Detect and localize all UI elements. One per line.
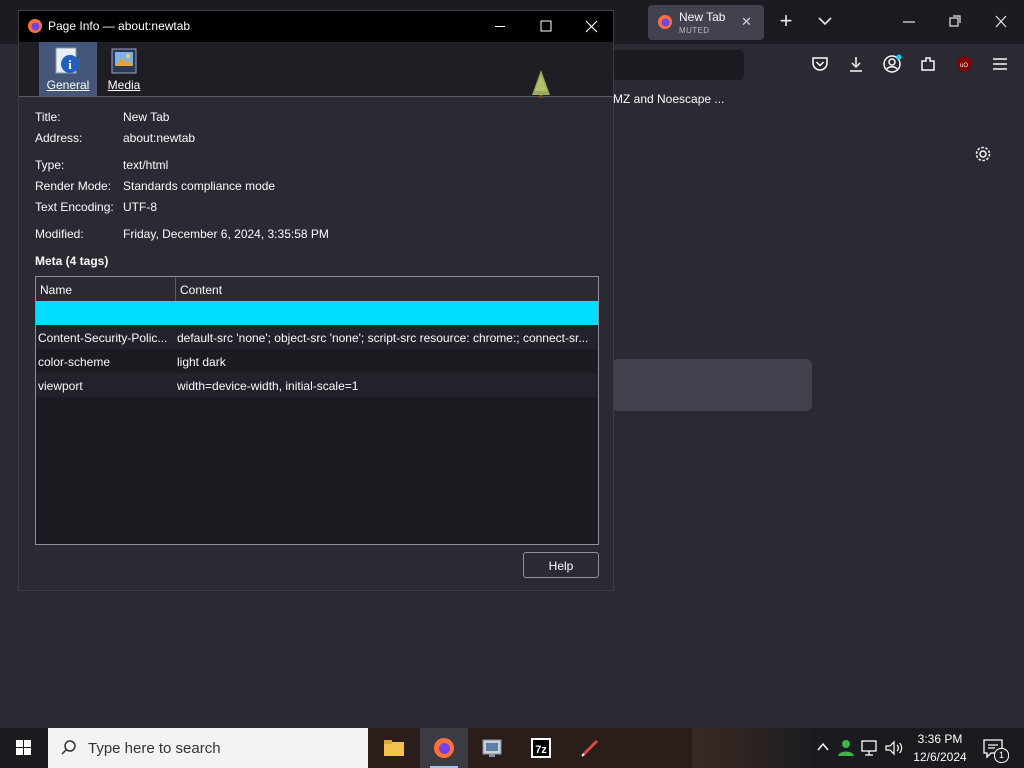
downloads-icon[interactable]	[846, 54, 866, 74]
browser-minimize-icon[interactable]	[900, 14, 918, 30]
column-header-name[interactable]: Name	[40, 283, 72, 297]
url-bar[interactable]	[612, 50, 744, 80]
search-icon	[61, 740, 76, 755]
tab-general[interactable]: i General	[39, 42, 97, 96]
user-status-icon[interactable]	[836, 738, 856, 758]
taskbar-search-box[interactable]: Type here to search	[48, 728, 368, 768]
meta-name-cell: viewport	[38, 379, 83, 393]
taskbar-wallpaper-area	[692, 728, 812, 768]
dialog-close-icon[interactable]	[569, 11, 615, 42]
search-placeholder: Type here to search	[88, 740, 221, 757]
column-separator[interactable]	[175, 277, 176, 301]
type-value: text/html	[123, 158, 169, 172]
svg-text:uO: uO	[960, 63, 968, 69]
media-image-icon	[111, 48, 137, 74]
address-label: Address:	[35, 131, 83, 145]
firefox-icon	[28, 19, 42, 33]
pen-tool-taskbar-button[interactable]	[566, 728, 614, 768]
modified-value: Friday, December 6, 2024, 3:35:58 PM	[123, 227, 329, 241]
menu-icon[interactable]	[990, 54, 1010, 74]
newtab-search-box[interactable]	[612, 359, 812, 411]
dialog-tabbar: i General Media	[19, 42, 613, 97]
bookmark-item[interactable]: MZ and Noescape ...	[613, 92, 724, 106]
firefox-icon	[434, 738, 454, 758]
meta-name-cell: Content-Security-Polic...	[38, 331, 168, 345]
render-mode-value: Standards compliance mode	[123, 179, 276, 193]
list-all-tabs-icon[interactable]	[816, 14, 834, 28]
clock-time[interactable]: 3:36 PM	[912, 732, 968, 746]
info-document-icon: i	[55, 47, 79, 74]
browser-restore-icon[interactable]	[946, 14, 964, 30]
address-value: about:newtab	[123, 131, 196, 145]
notification-badge: 1	[994, 748, 1009, 763]
dialog-maximize-icon[interactable]	[523, 11, 569, 42]
browser-tab[interactable]: New Tab MUTED ✕	[648, 5, 764, 40]
meta-content-cell: width=device-width, initial-scale=1	[177, 379, 359, 393]
extensions-icon[interactable]	[918, 54, 938, 74]
encoding-value: UTF-8	[123, 200, 157, 214]
browser-close-icon[interactable]	[992, 14, 1010, 30]
column-header-content[interactable]: Content	[180, 283, 222, 297]
system-tray: 3:36 PM 12/6/2024 1	[812, 728, 1024, 768]
dialog-title: Page Info — about:newtab	[48, 19, 191, 33]
svg-text:i: i	[68, 57, 72, 72]
type-label: Type:	[35, 158, 65, 172]
tab-close-icon[interactable]: ✕	[741, 14, 752, 30]
dialog-titlebar: Page Info — about:newtab	[19, 11, 613, 42]
tab-media-label: Media	[107, 78, 141, 92]
firefox-icon	[658, 15, 672, 29]
meta-name-cell: color-scheme	[38, 355, 111, 369]
title-label: Title:	[35, 110, 61, 124]
meta-content-cell: light dark	[177, 355, 226, 369]
7zip-taskbar-button[interactable]: 7z	[517, 728, 565, 768]
app-taskbar-button[interactable]	[468, 728, 516, 768]
pen-icon	[581, 739, 599, 757]
dialog-minimize-icon[interactable]	[477, 11, 523, 42]
folder-icon	[384, 740, 404, 756]
christmas-tree-icon	[532, 70, 550, 98]
network-icon[interactable]	[860, 739, 880, 757]
tab-muted-label: MUTED	[679, 26, 710, 35]
page-info-dialog: Page Info — about:newtab i General Media…	[18, 10, 614, 591]
chevron-up-icon[interactable]	[816, 740, 830, 754]
meta-content-cell: default-src 'none'; object-src 'none'; s…	[177, 331, 589, 345]
meta-table[interactable]: Name Content Content-Security-Polic... d…	[35, 276, 599, 545]
tab-general-label: General	[46, 78, 90, 92]
table-row[interactable]: color-scheme light dark	[36, 349, 598, 373]
table-row[interactable]: Content-Security-Polic... default-src 'n…	[36, 325, 598, 349]
table-row[interactable]: viewport width=device-width, initial-sca…	[36, 373, 598, 397]
meta-heading: Meta (4 tags)	[35, 254, 109, 268]
7zip-icon: 7z	[531, 738, 551, 758]
meta-table-header: Name Content	[36, 277, 598, 302]
table-row-selected[interactable]	[36, 301, 598, 325]
encoding-label: Text Encoding:	[35, 200, 114, 214]
windows-start-icon[interactable]	[0, 728, 48, 768]
account-icon[interactable]	[882, 54, 902, 74]
system-tool-icon	[482, 739, 502, 757]
tab-title: New Tab	[679, 10, 726, 24]
tab-media[interactable]: Media	[95, 42, 153, 96]
file-explorer-button[interactable]	[370, 728, 418, 768]
pocket-icon[interactable]	[810, 54, 830, 74]
title-value: New Tab	[123, 110, 170, 124]
svg-text:7z: 7z	[535, 744, 547, 756]
help-button[interactable]: Help	[523, 552, 599, 578]
settings-gear-icon[interactable]	[974, 145, 992, 163]
render-mode-label: Render Mode:	[35, 179, 112, 193]
clock-date[interactable]: 12/6/2024	[912, 750, 968, 764]
taskbar: Type here to search 7z 3:36 PM 12/6/2024…	[0, 728, 1024, 768]
modified-label: Modified:	[35, 227, 84, 241]
new-tab-button[interactable]: +	[772, 8, 800, 34]
volume-icon[interactable]	[884, 739, 904, 757]
firefox-taskbar-button[interactable]	[420, 728, 468, 768]
ublock-origin-icon[interactable]: uO	[954, 54, 974, 74]
